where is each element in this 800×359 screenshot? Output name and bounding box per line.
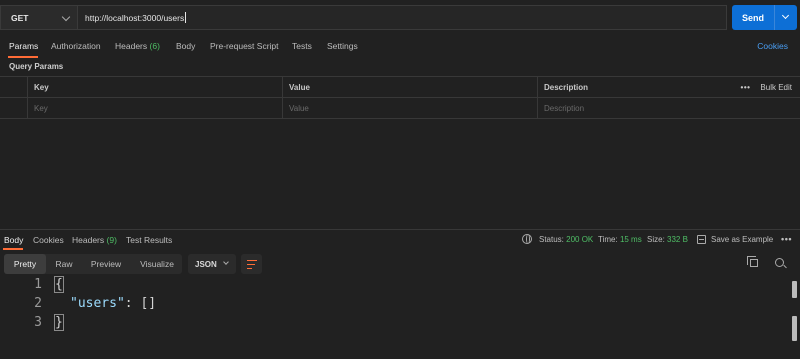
view-preview-button[interactable]: Preview (82, 254, 130, 274)
view-mode-selector: Pretty Raw Preview Visualize (4, 254, 182, 274)
send-label: Send (741, 12, 764, 23)
column-header-key: Key (27, 77, 282, 98)
status-indicator: Status: 200 OK (539, 235, 593, 244)
method-label: GET (11, 12, 29, 23)
size-value: 332 B (667, 235, 688, 244)
tab-headers[interactable]: Headers (6) (115, 41, 160, 51)
response-tabs: Body Cookies Headers (9) Test Results St… (0, 230, 800, 250)
cookies-link[interactable]: Cookies (757, 41, 788, 51)
size-label: Size: (647, 235, 665, 244)
search-icon[interactable] (775, 258, 784, 267)
response-body-editor[interactable]: 1 { 2 "users": [] 3 } (0, 276, 790, 347)
value-input[interactable]: Value (282, 98, 537, 119)
wrap-line (247, 268, 252, 269)
line-number: 3 (34, 315, 42, 330)
chevron-down-icon (61, 12, 71, 22)
tab-label: Pre-request Script (210, 41, 279, 51)
tab-params[interactable]: Params (9, 41, 38, 51)
request-url-bar: GET http://localhost:3000/users Send (0, 0, 800, 36)
query-params-table: Key Value Description ••• Bulk Edit Key … (0, 76, 800, 119)
column-header-value: Value (282, 77, 537, 98)
status-value: 200 OK (566, 235, 594, 244)
tab-label: Test Results (126, 235, 173, 245)
tab-count: (9) (106, 235, 117, 245)
more-options-icon[interactable]: ••• (781, 234, 792, 244)
active-tab-underline (3, 248, 23, 250)
url-input[interactable]: http://localhost:3000/users (77, 5, 727, 30)
tab-pre-request-script[interactable]: Pre-request Script (210, 41, 279, 51)
save-icon (697, 235, 706, 244)
json-key: "users" (70, 296, 125, 311)
code-text: { (54, 276, 64, 293)
tab-label: Params (9, 41, 39, 51)
query-params-title: Query Params (9, 62, 64, 71)
time-label: Time: (598, 235, 618, 244)
chevron-down-icon (223, 259, 229, 265)
key-input[interactable]: Key (27, 98, 282, 119)
url-text: http://localhost:3000/users (85, 12, 185, 23)
code-line: 3 } (0, 314, 790, 334)
send-dropdown[interactable] (775, 5, 797, 30)
copy-icon[interactable] (747, 256, 758, 267)
tab-label: Headers (72, 235, 105, 245)
tab-label: Headers (115, 41, 148, 51)
tab-tests[interactable]: Tests (292, 41, 312, 51)
json-value: : [] (124, 296, 157, 311)
size-indicator: Size: 332 B (647, 235, 688, 244)
tab-body[interactable]: Body (176, 41, 195, 51)
tab-response-body[interactable]: Body (4, 235, 23, 245)
tab-label: Tests (292, 41, 312, 51)
code-line: 1 { (0, 276, 790, 296)
tab-label: Body (176, 41, 196, 51)
tab-label: Settings (327, 41, 358, 51)
tab-settings[interactable]: Settings (327, 41, 358, 51)
tab-count: (6) (149, 41, 160, 51)
table-row: Key Value Description (0, 98, 800, 119)
tab-label: Authorization (51, 41, 101, 51)
send-button[interactable]: Send (732, 5, 797, 30)
tab-label: Body (4, 235, 24, 245)
time-indicator: Time: 15 ms (598, 235, 642, 244)
chevron-down-icon (781, 11, 790, 20)
bulk-edit-button[interactable]: Bulk Edit (760, 83, 792, 92)
format-select[interactable]: JSON (188, 254, 236, 274)
wrap-lines-icon[interactable] (241, 254, 262, 274)
text-cursor (185, 12, 187, 23)
time-value: 15 ms (619, 235, 642, 244)
scrollbar-thumb[interactable] (792, 281, 797, 298)
more-options-icon[interactable]: ••• (741, 83, 751, 92)
format-label: JSON (195, 259, 217, 269)
response-view-toolbar: Pretty Raw Preview Visualize JSON (0, 254, 800, 274)
column-header-description: Description (537, 77, 734, 98)
tab-response-cookies[interactable]: Cookies (33, 235, 64, 245)
globe-icon[interactable] (522, 234, 532, 244)
tab-test-results[interactable]: Test Results (126, 235, 172, 245)
line-number: 2 (34, 296, 42, 311)
wrap-line (247, 260, 257, 261)
active-tab-underline (8, 56, 38, 58)
code-text: "users": [] (70, 296, 156, 311)
tab-label: Cookies (33, 235, 64, 245)
status-label: Status: (539, 235, 564, 244)
table-header-row: Key Value Description ••• Bulk Edit (0, 77, 800, 98)
request-tabs: Params Authorization Headers (6) Body Pr… (0, 36, 800, 58)
code-line: 2 "users": [] (0, 296, 790, 315)
code-text: } (54, 314, 64, 331)
method-select[interactable]: GET (0, 5, 77, 30)
tab-response-headers[interactable]: Headers (9) (72, 235, 117, 245)
view-visualize-button[interactable]: Visualize (132, 254, 182, 274)
view-pretty-button[interactable]: Pretty (4, 254, 46, 274)
scrollbar-thumb[interactable] (792, 316, 797, 341)
line-number: 1 (34, 277, 42, 292)
wrap-line (247, 264, 255, 265)
description-input[interactable]: Description (537, 98, 800, 119)
save-as-example-button[interactable]: Save as Example (711, 235, 773, 244)
tab-authorization[interactable]: Authorization (51, 41, 101, 51)
view-raw-button[interactable]: Raw (48, 254, 80, 274)
bulk-edit-area: ••• Bulk Edit (741, 77, 792, 98)
